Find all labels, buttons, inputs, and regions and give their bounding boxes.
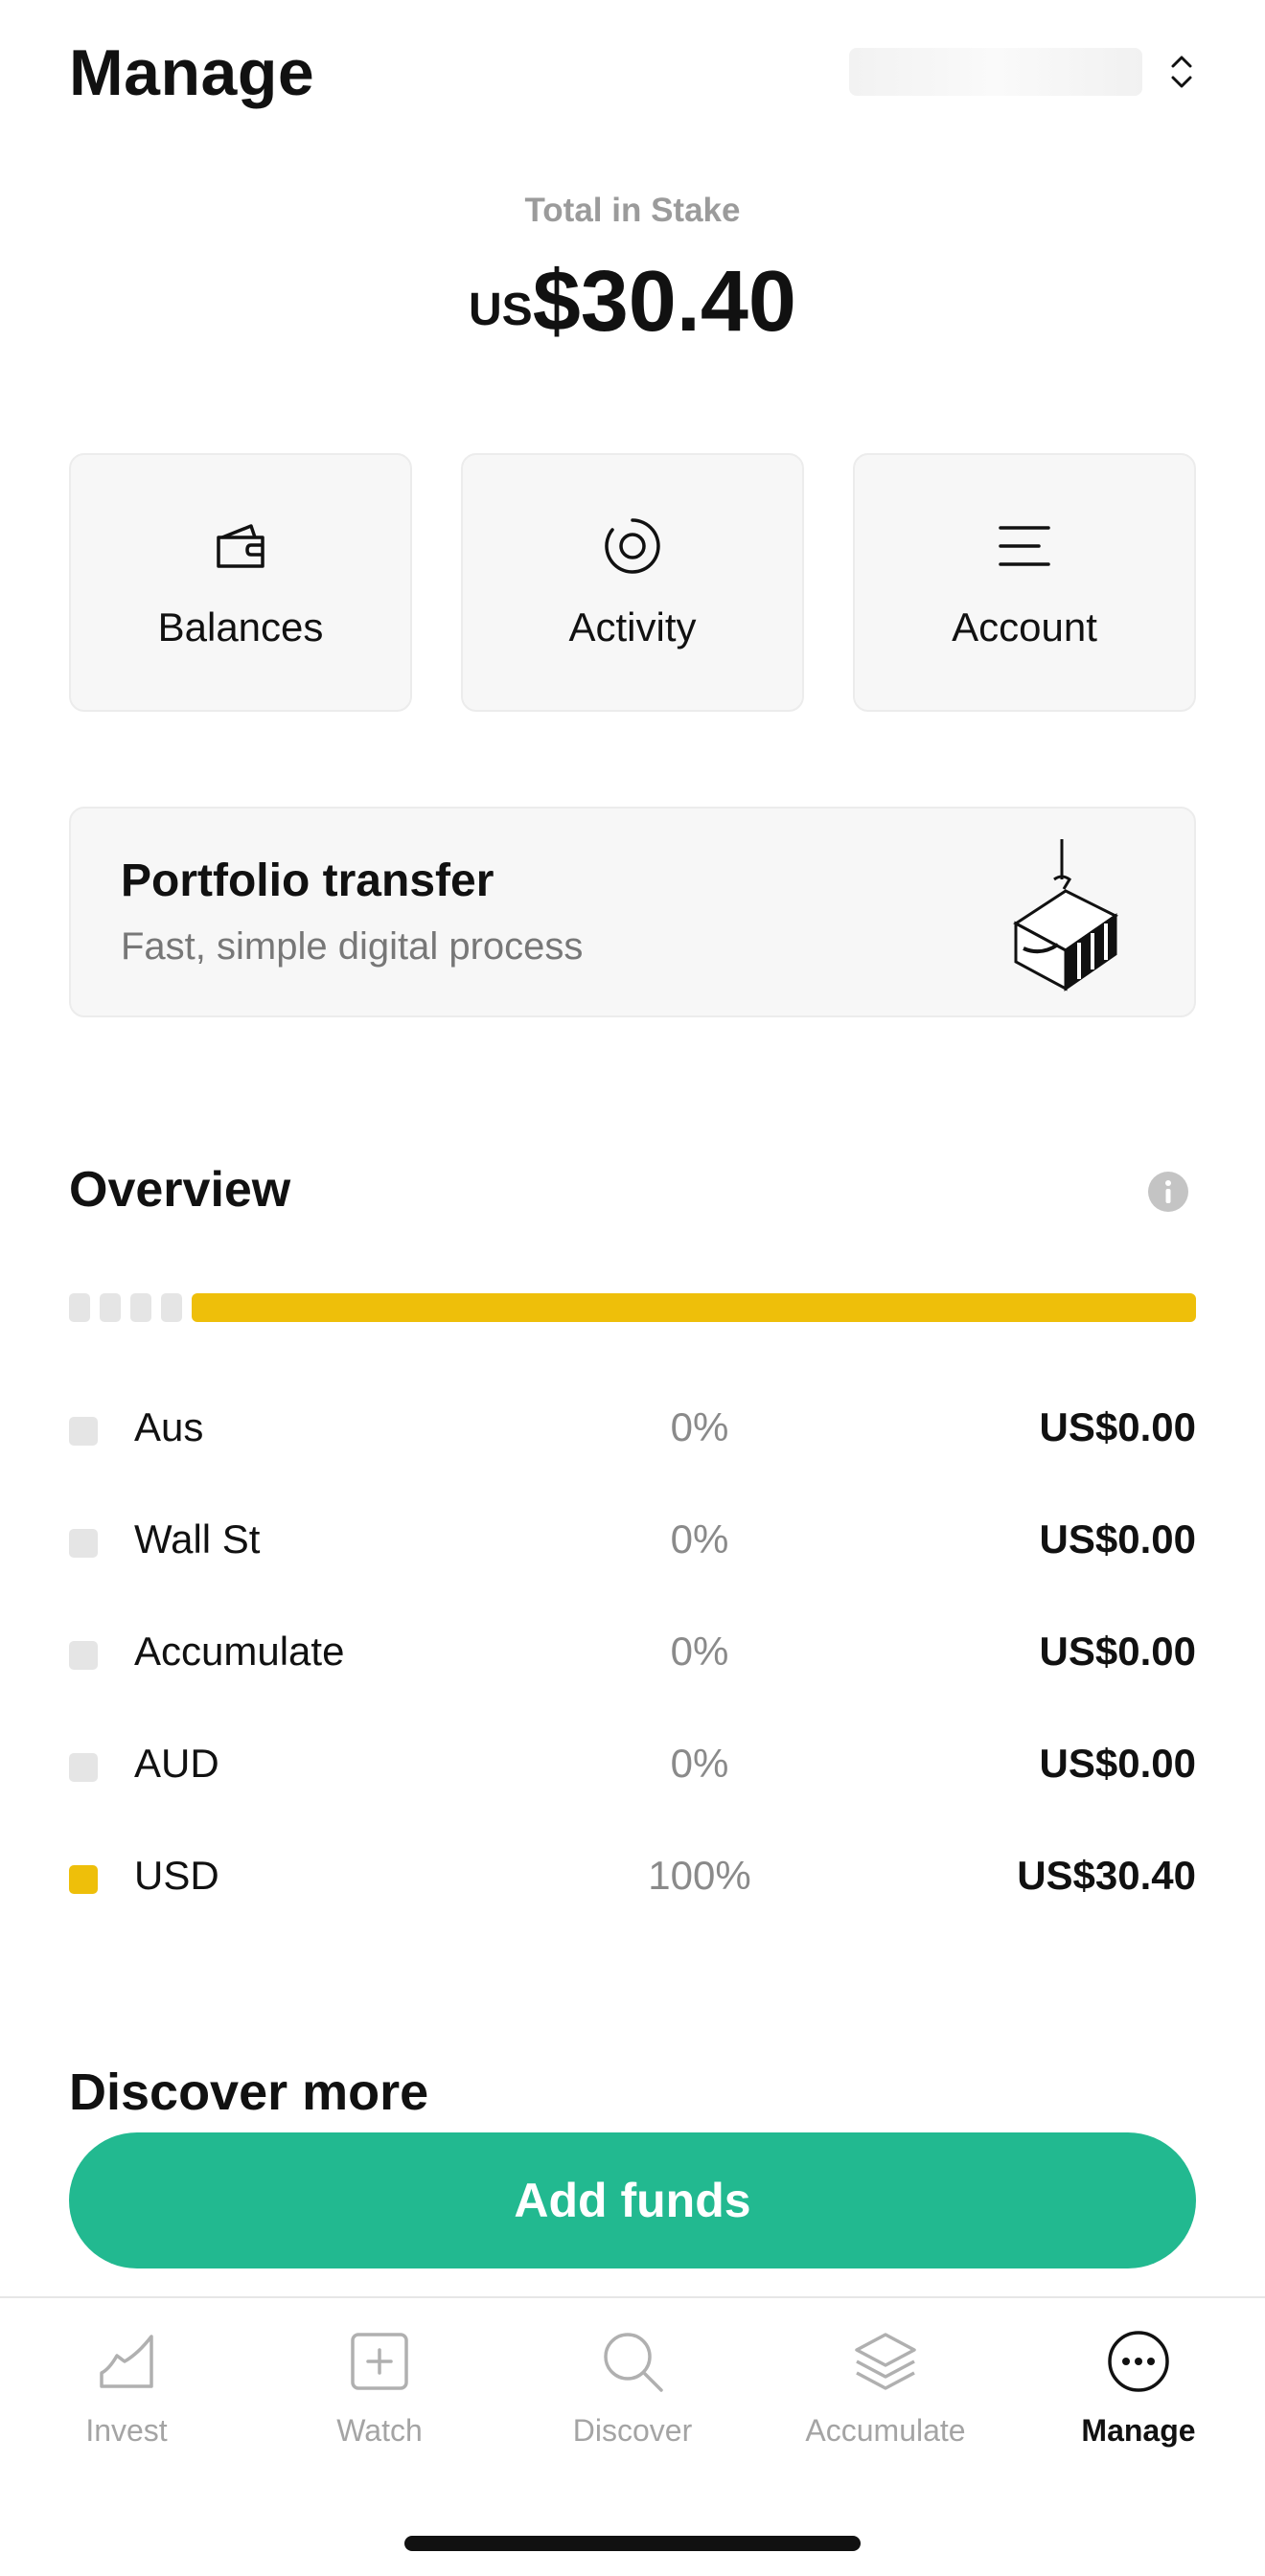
tab-discover[interactable]: Discover <box>506 2327 759 2449</box>
home-indicator <box>404 2536 861 2551</box>
allocation-list: Aus 0% US$0.00 Wall St 0% US$0.00 Accumu… <box>69 1389 1196 1949</box>
activity-icon <box>605 518 660 574</box>
color-swatch <box>69 1865 98 1894</box>
overview-title: Overview <box>69 1162 291 1218</box>
allocation-name: Aus <box>134 1404 204 1449</box>
allocation-amount: US$0.00 <box>1039 1741 1196 1786</box>
balances-label: Balances <box>157 604 324 650</box>
allocation-amount: US$0.00 <box>1039 1629 1196 1674</box>
allocation-segment-aud <box>161 1293 182 1322</box>
tab-label: Accumulate <box>805 2413 966 2448</box>
activity-label: Activity <box>568 604 697 650</box>
account-name-redacted <box>849 48 1142 96</box>
color-swatch <box>69 1641 98 1670</box>
allocation-amount: US$30.40 <box>1017 1853 1196 1898</box>
allocation-percent: 0% <box>670 1741 729 1786</box>
allocation-segment-accumulate <box>130 1293 151 1322</box>
tab-label: Discover <box>572 2413 693 2448</box>
account-selector[interactable] <box>849 48 1196 96</box>
transfer-title: Portfolio transfer <box>121 855 494 906</box>
allocation-name: AUD <box>134 1741 219 1786</box>
allocation-row-aud[interactable]: AUD 0% US$0.00 <box>69 1725 1196 1837</box>
more-icon <box>1108 2331 1169 2392</box>
allocation-row-aus[interactable]: Aus 0% US$0.00 <box>69 1389 1196 1501</box>
account-label: Account <box>952 604 1097 650</box>
allocation-segment-wall-st <box>100 1293 121 1322</box>
tab-label: Manage <box>1081 2413 1196 2448</box>
activity-tile[interactable]: Activity <box>461 453 804 712</box>
allocation-row-wall-st[interactable]: Wall St 0% US$0.00 <box>69 1501 1196 1613</box>
allocation-percent: 0% <box>670 1629 729 1674</box>
balances-tile[interactable]: Balances <box>69 453 412 712</box>
discover-more-title: Discover more <box>69 2063 429 2121</box>
search-icon <box>604 2333 663 2392</box>
total-currency: US <box>469 285 533 335</box>
crate-illustration <box>1013 839 1118 992</box>
allocation-name: USD <box>134 1853 219 1898</box>
plus-square-icon <box>351 2333 408 2390</box>
total-balance: Total in Stake US$30.40 <box>0 192 1265 352</box>
chevron-up-down-icon <box>1171 56 1192 88</box>
allocation-amount: US$0.00 <box>1039 1404 1196 1449</box>
color-swatch <box>69 1529 98 1558</box>
total-value: $30.40 <box>532 254 796 350</box>
portfolio-transfer-card[interactable]: Portfolio transfer Fast, simple digital … <box>69 807 1196 1017</box>
total-amount: US$30.40 <box>0 253 1265 352</box>
tab-invest[interactable]: Invest <box>0 2327 253 2449</box>
allocation-percent: 0% <box>670 1404 729 1449</box>
color-swatch <box>69 1753 98 1782</box>
wallet-icon <box>217 524 264 568</box>
allocation-name: Wall St <box>134 1516 261 1562</box>
allocation-bar <box>69 1293 1196 1322</box>
color-swatch <box>69 1417 98 1446</box>
quick-actions: Balances Activity Account <box>69 453 1196 712</box>
layers-icon <box>855 2333 916 2390</box>
account-tile[interactable]: Account <box>853 453 1196 712</box>
allocation-row-usd[interactable]: USD 100% US$30.40 <box>69 1837 1196 1949</box>
header: Manage <box>69 34 1196 111</box>
add-funds-button[interactable]: Add funds <box>69 2132 1196 2268</box>
allocation-amount: US$0.00 <box>1039 1516 1196 1562</box>
allocation-percent: 100% <box>648 1853 751 1898</box>
tab-manage[interactable]: Manage <box>1012 2327 1265 2449</box>
allocation-row-accumulate[interactable]: Accumulate 0% US$0.00 <box>69 1613 1196 1725</box>
tab-label: Watch <box>336 2413 423 2448</box>
tab-accumulate[interactable]: Accumulate <box>759 2327 1012 2449</box>
total-label: Total in Stake <box>524 192 741 229</box>
allocation-name: Accumulate <box>134 1629 345 1674</box>
allocation-segment-usd <box>192 1293 1196 1322</box>
chart-icon <box>100 2335 153 2388</box>
tab-label: Invest <box>85 2413 168 2448</box>
menu-icon <box>999 526 1050 566</box>
allocation-percent: 0% <box>670 1516 729 1562</box>
tab-watch[interactable]: Watch <box>253 2327 506 2449</box>
allocation-segment-aus <box>69 1293 90 1322</box>
transfer-subtitle: Fast, simple digital process <box>121 925 584 968</box>
bottom-tab-bar: Invest Watch Discover Accumulate Manage <box>0 2296 1265 2576</box>
info-icon[interactable] <box>1147 1171 1189 1213</box>
